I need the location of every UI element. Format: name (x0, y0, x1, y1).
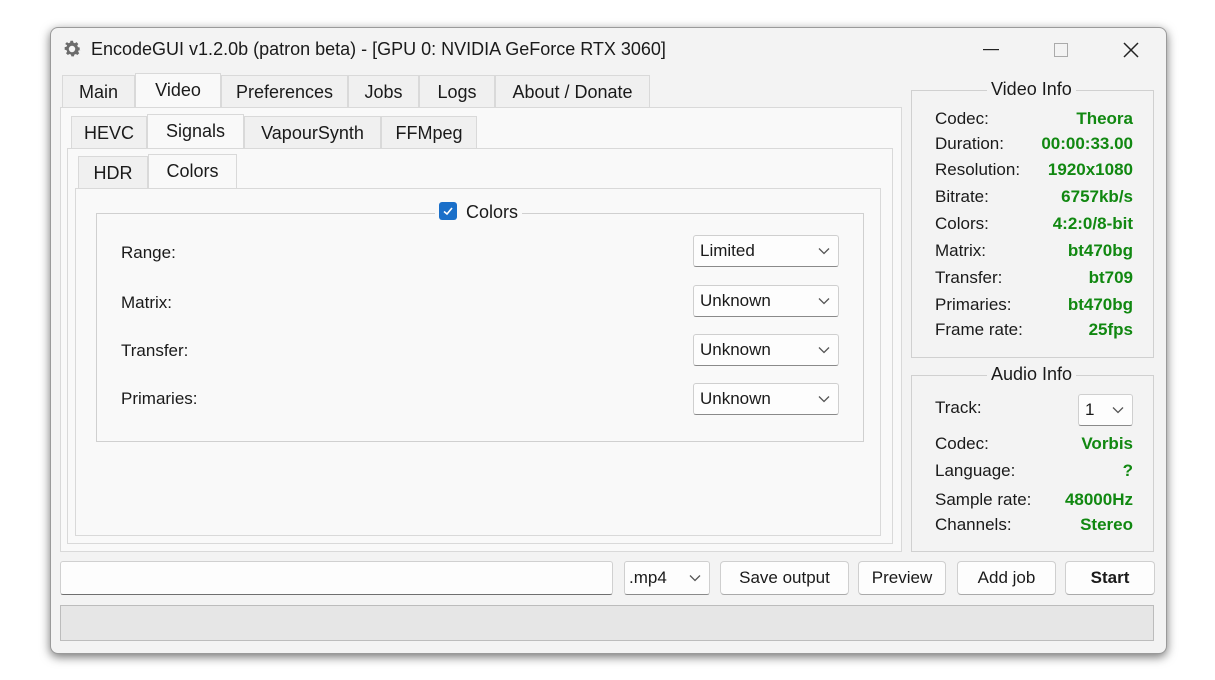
primaries-info-value: bt470bg (1067, 295, 1133, 314)
audio-info-title: Audio Info (987, 364, 1077, 385)
transfer-info-label: Transfer: (935, 268, 1003, 287)
bitrate-label: Bitrate: (935, 187, 989, 206)
channels-label: Channels: (935, 515, 1012, 534)
transfer-info-value: bt709 (1088, 268, 1133, 287)
matrix-info-value: bt470bg (1067, 241, 1133, 260)
range-label: Range: (121, 243, 176, 262)
preview-button[interactable]: Preview (858, 561, 946, 595)
tab-preferences[interactable]: Preferences (221, 75, 348, 108)
primaries-select[interactable]: Unknown (693, 383, 839, 415)
chevron-down-icon (818, 248, 830, 255)
tab-colors[interactable]: Colors (148, 154, 237, 189)
sample-rate-value: 48000Hz (1064, 490, 1133, 509)
tab-jobs[interactable]: Jobs (348, 75, 419, 108)
matrix-info-label: Matrix: (935, 241, 986, 260)
signals-tab-panel: HDR Colors Colors Range: Limited Matrix:… (67, 148, 893, 544)
tab-hevc[interactable]: HEVC (71, 116, 147, 149)
colors-tab-panel: Colors Range: Limited Matrix: Unknown Tr… (75, 188, 881, 536)
chevron-down-icon (818, 298, 830, 305)
tab-about-donate[interactable]: About / Donate (495, 75, 650, 108)
matrix-value: Unknown (700, 291, 771, 310)
tab-vapoursynth[interactable]: VapourSynth (244, 116, 381, 149)
transfer-select[interactable]: Unknown (693, 334, 839, 366)
sample-rate-label: Sample rate: (935, 490, 1032, 509)
close-icon (1123, 42, 1139, 58)
start-button[interactable]: Start (1065, 561, 1155, 595)
bitrate-value: 6757kb/s (1061, 187, 1133, 206)
primaries-label: Primaries: (121, 389, 198, 408)
app-window: EncodeGUI v1.2.0b (patron beta) - [GPU 0… (50, 27, 1167, 654)
add-job-button[interactable]: Add job (957, 561, 1056, 595)
matrix-label: Matrix: (121, 293, 172, 312)
colors-info-label: Colors: (935, 214, 989, 233)
audio-codec-value: Vorbis (1081, 434, 1133, 453)
video-codec-value: Theora (1076, 109, 1133, 128)
resolution-value: 1920x1080 (1047, 160, 1133, 179)
matrix-select[interactable]: Unknown (693, 285, 839, 317)
primaries-info-label: Primaries: (935, 295, 1012, 314)
language-value: ? (1122, 461, 1133, 480)
tab-signals[interactable]: Signals (147, 114, 244, 149)
output-path-input[interactable] (60, 561, 613, 595)
chevron-down-icon (689, 575, 701, 582)
transfer-label: Transfer: (121, 341, 189, 360)
primaries-value: Unknown (700, 389, 771, 408)
colors-checkbox-label: Colors (466, 202, 519, 222)
tab-ffmpeg[interactable]: FFMpeg (381, 116, 477, 149)
chevron-down-icon (818, 396, 830, 403)
duration-value: 00:00:33.00 (1041, 134, 1133, 153)
minimize-icon (983, 49, 999, 51)
track-value: 1 (1085, 400, 1095, 419)
progress-bar (60, 605, 1154, 641)
tab-video[interactable]: Video (135, 73, 221, 108)
extension-value: .mp4 (629, 568, 667, 587)
video-info-title: Video Info (987, 79, 1076, 100)
title-bar: EncodeGUI v1.2.0b (patron beta) - [GPU 0… (51, 28, 1166, 72)
window-title: EncodeGUI v1.2.0b (patron beta) - [GPU 0… (91, 39, 666, 59)
gear-icon (64, 40, 81, 57)
tab-main[interactable]: Main (62, 75, 135, 108)
colors-checkbox-legend[interactable]: Colors (435, 202, 523, 226)
chevron-down-icon (818, 347, 830, 354)
frame-rate-value: 25fps (1088, 320, 1133, 339)
duration-label: Duration: (935, 134, 1004, 153)
track-label: Track: (935, 398, 982, 417)
extension-select[interactable]: .mp4 (624, 561, 710, 595)
colors-info-value: 4:2:0/8-bit (1052, 214, 1133, 233)
video-tab-panel: HEVC Signals VapourSynth FFMpeg HDR Colo… (60, 107, 902, 552)
resolution-label: Resolution: (935, 160, 1021, 179)
range-select[interactable]: Limited (693, 235, 839, 267)
range-value: Limited (700, 241, 755, 260)
checkmark-icon (443, 207, 453, 216)
channels-value: Stereo (1080, 515, 1133, 534)
chevron-down-icon (1112, 407, 1124, 414)
frame-rate-label: Frame rate: (935, 320, 1023, 339)
close-button[interactable] (1096, 28, 1166, 72)
save-output-button[interactable]: Save output (720, 561, 849, 595)
track-select[interactable]: 1 (1078, 394, 1133, 426)
tab-hdr[interactable]: HDR (78, 156, 148, 189)
video-codec-label: Codec: (935, 109, 989, 128)
maximize-button[interactable] (1026, 28, 1096, 72)
audio-codec-label: Codec: (935, 434, 989, 453)
maximize-icon (1054, 43, 1068, 57)
tab-logs[interactable]: Logs (419, 75, 495, 108)
colors-checkbox[interactable] (439, 202, 457, 221)
minimize-button[interactable] (956, 28, 1026, 72)
transfer-value: Unknown (700, 340, 771, 359)
language-label: Language: (935, 461, 1016, 480)
